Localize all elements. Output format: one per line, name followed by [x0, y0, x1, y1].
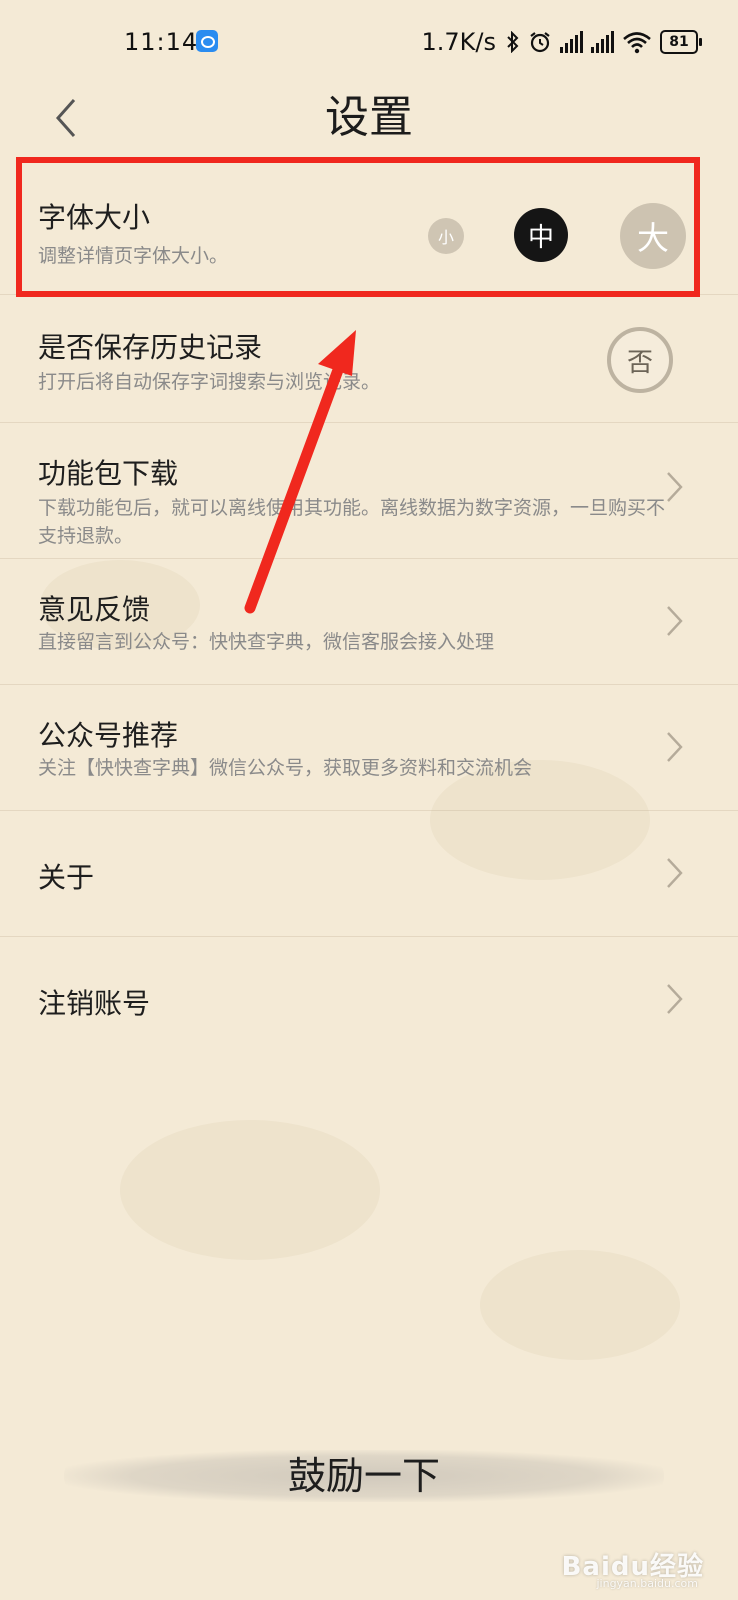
page-title: 设置 [325, 92, 413, 143]
status-bar: 11:14 1.7K/s 81 [0, 0, 738, 84]
signal-icon [591, 31, 614, 53]
cheer-button[interactable]: 鼓励一下 [64, 1428, 664, 1524]
app-notification-icon [196, 30, 218, 52]
settings-row-logout[interactable]: 注销账号 [0, 936, 738, 1062]
cheer-label: 鼓励一下 [287, 1454, 440, 1498]
row-title: 是否保存历史记录 [38, 331, 263, 364]
paper-texture [480, 1250, 680, 1360]
row-subtitle: 直接留言到公众号：快快查字典，微信客服会接入处理 [38, 631, 495, 653]
network-speed: 1.7K/s [421, 28, 497, 56]
row-title: 意见反馈 [38, 593, 151, 626]
chevron-right-icon [667, 984, 683, 1014]
row-title: 关于 [38, 861, 95, 894]
chevron-right-icon [667, 732, 683, 762]
history-toggle[interactable]: 否 [607, 327, 673, 393]
row-subtitle: 关注【快快查字典】微信公众号，获取更多资料和交流机会 [38, 757, 533, 779]
row-subtitle: 下载功能包后，就可以离线使用其功能。离线数据为数字资源，一旦购买不支持退款。 [38, 497, 666, 547]
chevron-right-icon [667, 858, 683, 888]
settings-row-download[interactable]: 功能包下载 下载功能包后，就可以离线使用其功能。离线数据为数字资源，一旦购买不支… [0, 422, 738, 559]
watermark-url: jingyan.baidu.com [596, 1577, 698, 1590]
wifi-icon [623, 32, 651, 54]
chevron-right-icon [667, 472, 683, 502]
row-title: 注销账号 [38, 987, 151, 1020]
settings-row-recommend[interactable]: 公众号推荐 关注【快快查字典】微信公众号，获取更多资料和交流机会 [0, 684, 738, 811]
row-subtitle: 打开后将自动保存字词搜索与浏览记录。 [38, 371, 381, 393]
settings-row-feedback[interactable]: 意见反馈 直接留言到公众号：快快查字典，微信客服会接入处理 [0, 558, 738, 685]
row-title: 公众号推荐 [38, 719, 179, 752]
status-time: 11:14 [124, 28, 199, 56]
highlight-box [16, 157, 700, 297]
settings-row-about[interactable]: 关于 [0, 810, 738, 937]
alarm-icon [530, 32, 550, 53]
status-icons: 1.7K/s 81 [421, 28, 702, 56]
signal-icon [560, 31, 583, 53]
chevron-right-icon [667, 606, 683, 636]
battery-icon: 81 [660, 30, 702, 54]
bluetooth-icon [507, 31, 519, 53]
row-title: 功能包下载 [38, 457, 179, 490]
paper-texture [120, 1120, 380, 1260]
